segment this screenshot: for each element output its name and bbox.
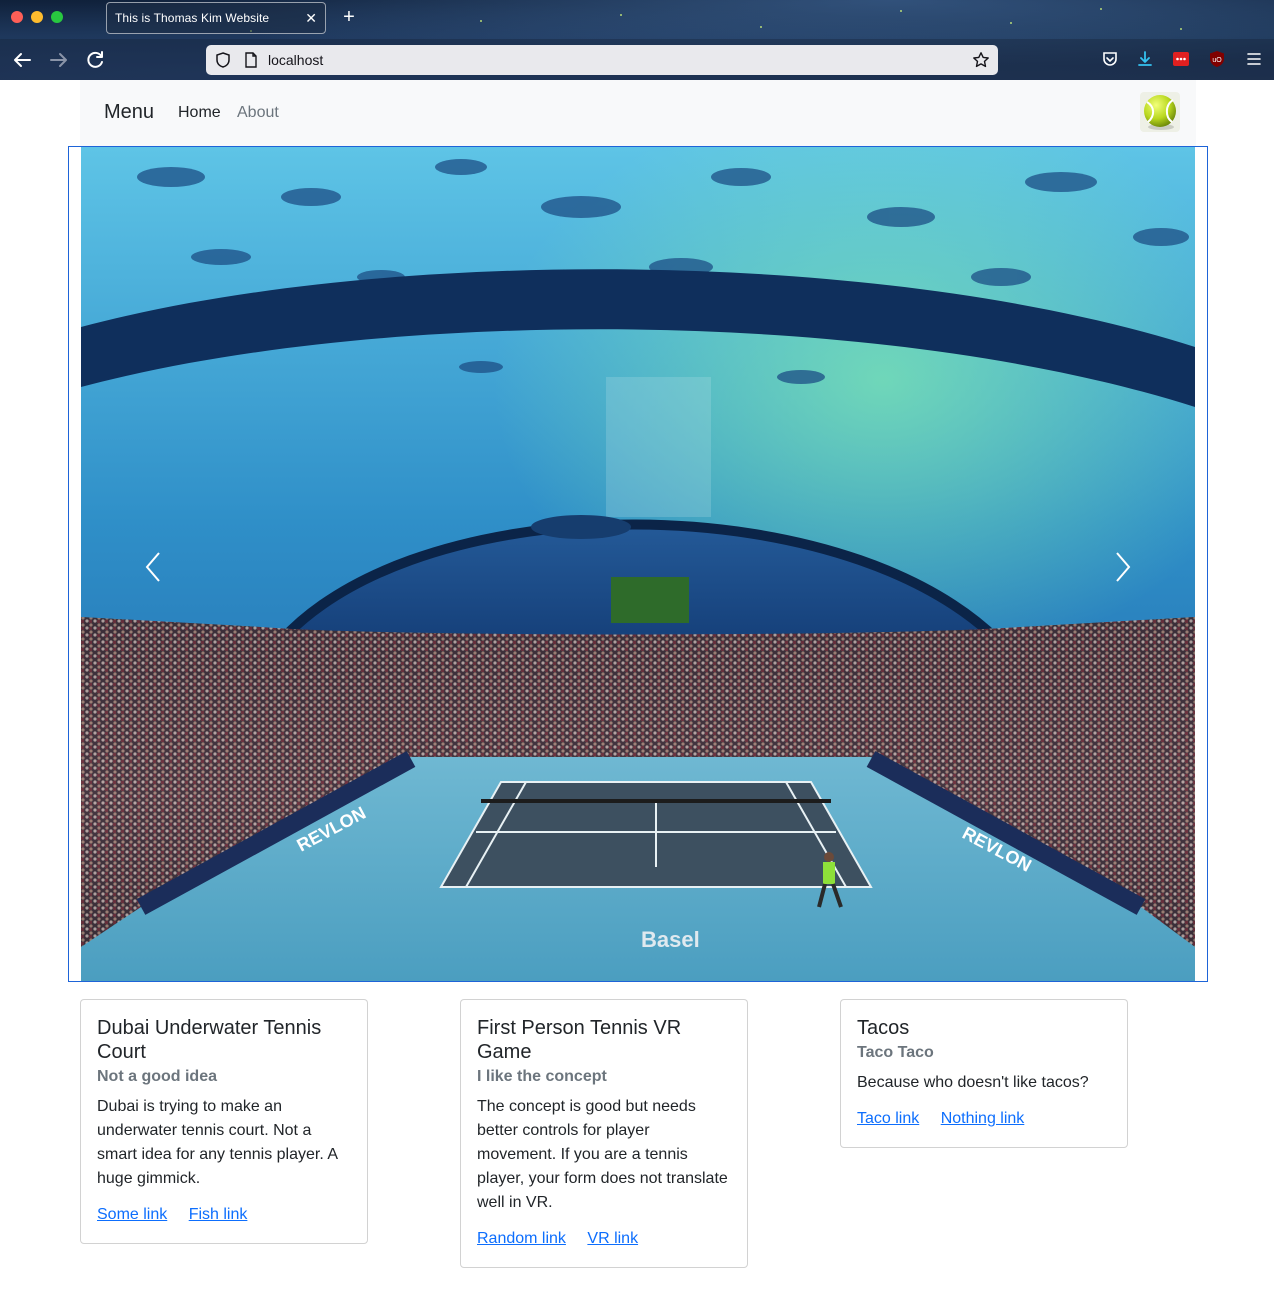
card-dubai: Dubai Underwater Tennis Court Not a good… <box>80 999 368 1244</box>
tab-title: This is Thomas Kim Website <box>115 11 270 25</box>
download-icon[interactable] <box>1136 50 1154 68</box>
card-subtitle: I like the concept <box>477 1068 607 1085</box>
card-link[interactable]: Taco link <box>857 1110 919 1127</box>
card-subtitle: Taco Taco <box>857 1044 934 1061</box>
carousel-prev-icon[interactable] <box>139 547 169 587</box>
card-tacos: Tacos Taco Taco Because who doesn't like… <box>840 999 1128 1148</box>
card-link[interactable]: Some link <box>97 1206 167 1223</box>
card-vr-game: First Person Tennis VR Game I like the c… <box>460 999 748 1268</box>
image-carousel: REVLON REVLON Basel <box>68 146 1208 982</box>
card-link[interactable]: Nothing link <box>941 1110 1025 1127</box>
card-title: First Person Tennis VR Game <box>477 1017 682 1063</box>
pocket-icon[interactable] <box>1101 50 1119 68</box>
nav-link-about[interactable]: About <box>237 104 279 122</box>
card-text: The concept is good but needs better con… <box>477 1098 728 1211</box>
ublock-icon[interactable]: uO <box>1208 50 1226 68</box>
page-icon <box>242 51 260 69</box>
carousel-next-icon[interactable] <box>1107 547 1137 587</box>
window-zoom-button[interactable] <box>51 11 63 23</box>
card-link[interactable]: Random link <box>477 1230 566 1247</box>
court-floor-text: Basel <box>641 927 700 952</box>
extension-dots-icon[interactable] <box>1172 50 1190 68</box>
card-text: Because who doesn't like tacos? <box>857 1074 1089 1091</box>
card-links: Taco link Nothing link <box>857 1107 1111 1131</box>
card-title: Dubai Underwater Tennis Court <box>97 1017 322 1063</box>
new-tab-button[interactable]: + <box>340 4 358 30</box>
card-links: Some link Fish link <box>97 1203 351 1227</box>
window-close-button[interactable] <box>11 11 23 23</box>
menu-hamburger-icon[interactable] <box>1245 50 1263 68</box>
tennis-ball-icon[interactable] <box>1140 92 1180 132</box>
forward-icon[interactable] <box>47 48 71 72</box>
browser-chrome: This is Thomas Kim Website ✕ + localhost… <box>0 0 1274 80</box>
tab-close-icon[interactable]: ✕ <box>305 10 317 26</box>
svg-text:uO: uO <box>1212 57 1222 64</box>
card-title: Tacos <box>857 1017 910 1039</box>
card-links: Random link VR link <box>477 1227 731 1251</box>
navbar-brand[interactable]: Menu <box>104 101 154 124</box>
browser-tab[interactable]: This is Thomas Kim Website ✕ <box>106 2 326 34</box>
window-minimize-button[interactable] <box>31 11 43 23</box>
bookmark-star-icon[interactable] <box>972 51 990 69</box>
back-icon[interactable] <box>10 48 34 72</box>
card-text: Dubai is trying to make an underwater te… <box>97 1098 338 1187</box>
card-link[interactable]: VR link <box>587 1230 638 1247</box>
nav-link-home[interactable]: Home <box>178 104 221 122</box>
url-text[interactable]: localhost <box>268 52 323 68</box>
reload-icon[interactable] <box>83 48 107 72</box>
address-bar[interactable]: localhost <box>206 45 998 75</box>
shield-icon[interactable] <box>214 51 232 69</box>
underwater-tennis-court-image: REVLON REVLON Basel <box>81 147 1195 981</box>
site-navbar: Menu Home About <box>80 80 1196 146</box>
card-subtitle: Not a good idea <box>97 1068 217 1085</box>
card-link[interactable]: Fish link <box>189 1206 248 1223</box>
